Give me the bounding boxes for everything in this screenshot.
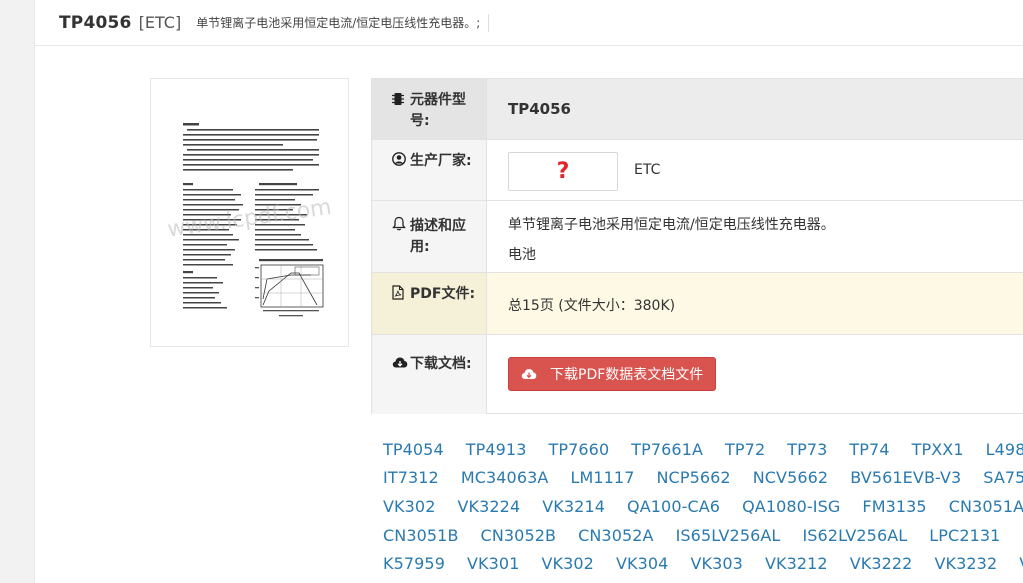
related-part-link[interactable]: VK3222 [850, 554, 913, 573]
related-part-link[interactable]: VK303 [690, 554, 742, 573]
label-description: 描述和应用: [372, 201, 487, 272]
related-part-link[interactable]: TP4054 [383, 440, 444, 459]
bell-icon [392, 216, 406, 235]
related-part-link[interactable]: TP7661A [631, 440, 703, 459]
related-part-link[interactable]: CN3052B [481, 526, 557, 545]
left-gutter [0, 0, 34, 583]
related-part-link[interactable]: VK304 [616, 554, 668, 573]
related-parts-row: CN3051B CN3052B CN3052A IS65LV256AL IS62LV25… [383, 526, 1023, 548]
row-manufacturer: 生产厂家: ? ETC [372, 140, 1023, 201]
page-title: TP4056 [59, 12, 132, 33]
related-part-link[interactable]: IS65LV256AL [676, 526, 781, 545]
related-part-link[interactable]: K57959 [383, 554, 445, 573]
related-part-link[interactable]: MC34063A [461, 468, 549, 487]
row-download: 下载文档: 下载PDF数据表文档文件 [372, 335, 1023, 414]
svg-text:www.icpdf.com: www.icpdf.com [166, 195, 333, 243]
label-text: 下载文档: [410, 356, 472, 372]
user-circle-icon [392, 152, 406, 170]
manufacturer-logo[interactable]: ? [508, 152, 618, 191]
row-description: 描述和应用: 单节锂离子电池采用恒定电流/恒定电压线性充电器。 电池 [372, 201, 1023, 273]
related-parts-row: IT7312 MC34063A LM1117 NCP5662 NCV5662 BV561E… [383, 468, 1023, 490]
info-table: 元器件型号: TP4056 生产厂家: ? ETC 描述和应用: 单节锂离子电池… [371, 78, 1023, 414]
related-part-link[interactable]: VK [1019, 554, 1023, 573]
related-part-link[interactable]: IT7312 [383, 468, 439, 487]
thumbnail-chart [260, 264, 324, 308]
related-part-link[interactable]: SA7527 [983, 468, 1023, 487]
microchip-icon [392, 92, 404, 110]
related-part-link[interactable]: CN3051B [383, 526, 459, 545]
related-part-link[interactable]: TP4913 [466, 440, 527, 459]
related-part-link[interactable]: QA100-CA6 [627, 497, 720, 516]
related-part-link[interactable]: TP73 [787, 440, 827, 459]
related-part-link[interactable]: VK301 [467, 554, 519, 573]
manufacturer-tag[interactable]: [ETC] [139, 13, 182, 32]
manufacturer-value[interactable]: ETC [634, 162, 660, 178]
related-part-link[interactable]: BV561EVB-V3 [850, 468, 961, 487]
label-download: 下载文档: [372, 335, 487, 414]
related-part-link[interactable]: TP72 [725, 440, 765, 459]
description-value: 单节锂离子电池采用恒定电流/恒定电压线性充电器。 [508, 217, 835, 233]
label-text: PDF文件: [410, 286, 476, 302]
download-button-label: 下载PDF数据表文档文件 [550, 367, 704, 383]
related-part-link[interactable]: LPC2131 [929, 526, 1000, 545]
related-part-link[interactable]: TP74 [849, 440, 889, 459]
related-part-link[interactable]: CN3051A [949, 497, 1023, 516]
related-part-link[interactable]: LM1117 [570, 468, 634, 487]
related-part-link[interactable]: IS62LV256AL [802, 526, 907, 545]
label-text: 描述和应用: [410, 218, 466, 255]
page: TP4056 [ETC] 单节锂离子电池采用恒定电流/恒定电压线性充电器。; w… [0, 0, 1023, 583]
related-part-link[interactable]: NCV5662 [753, 468, 829, 487]
page-header: TP4056 [ETC] 单节锂离子电池采用恒定电流/恒定电压线性充电器。; [35, 0, 1023, 46]
cloud-download-icon [521, 369, 537, 379]
datasheet-thumbnail[interactable]: www.icpdf.com [150, 78, 349, 347]
related-parts-row: K57959 VK301 VK302 VK304 VK303 VK3212 VK3222 VK… [383, 554, 1023, 576]
file-pdf-icon [392, 285, 404, 304]
thumbnail-watermark: www.icpdf.com [166, 195, 333, 243]
row-part-number: 元器件型号: TP4056 [372, 79, 1023, 140]
related-part-link[interactable]: VK302 [541, 554, 593, 573]
header-divider [488, 13, 490, 32]
cloud-download-icon [392, 356, 408, 373]
label-text: 生产厂家: [410, 153, 472, 169]
related-part-link[interactable]: VK3232 [934, 554, 997, 573]
related-parts-row: VK302 VK3224 VK3214 QA100-CA6 QA1080-ISG FM31… [383, 497, 1023, 519]
pdf-info-value: 总15页 (文件大小：380K) [508, 298, 676, 314]
part-number-value: TP4056 [508, 100, 571, 118]
datasheet-preview: www.icpdf.com [166, 123, 333, 317]
related-part-link[interactable]: TPXX1 [912, 440, 964, 459]
related-part-link[interactable]: NCP5662 [656, 468, 730, 487]
content-card: TP4056 [ETC] 单节锂离子电池采用恒定电流/恒定电压线性充电器。; w… [34, 0, 1023, 583]
header-description: 单节锂离子电池采用恒定电流/恒定电压线性充电器。; [196, 16, 481, 30]
label-manufacturer: 生产厂家: [372, 140, 487, 200]
application-value: 电池 [508, 247, 536, 263]
download-pdf-button[interactable]: 下载PDF数据表文档文件 [508, 357, 716, 391]
label-pdf-file: PDF文件: [372, 273, 487, 334]
related-part-link[interactable]: VK3212 [765, 554, 828, 573]
related-part-link[interactable]: VK3224 [457, 497, 520, 516]
related-part-link[interactable]: FM3135 [862, 497, 926, 516]
label-text: 元器件型号: [410, 92, 466, 129]
related-part-link[interactable]: VK3214 [542, 497, 605, 516]
related-part-link[interactable]: QA1080-ISG [742, 497, 840, 516]
related-part-link[interactable]: L4981A [986, 440, 1023, 459]
label-part-number: 元器件型号: [372, 79, 487, 139]
related-part-link[interactable]: CN3052A [578, 526, 654, 545]
related-parts-row: TP4054 TP4913 TP7660 TP7661A TP72 TP73 TP74 TPX… [383, 440, 1023, 462]
row-pdf-file: PDF文件: 总15页 (文件大小：380K) [372, 273, 1023, 335]
related-part-link[interactable]: TP7660 [549, 440, 610, 459]
related-part-link[interactable]: VK302 [383, 497, 435, 516]
